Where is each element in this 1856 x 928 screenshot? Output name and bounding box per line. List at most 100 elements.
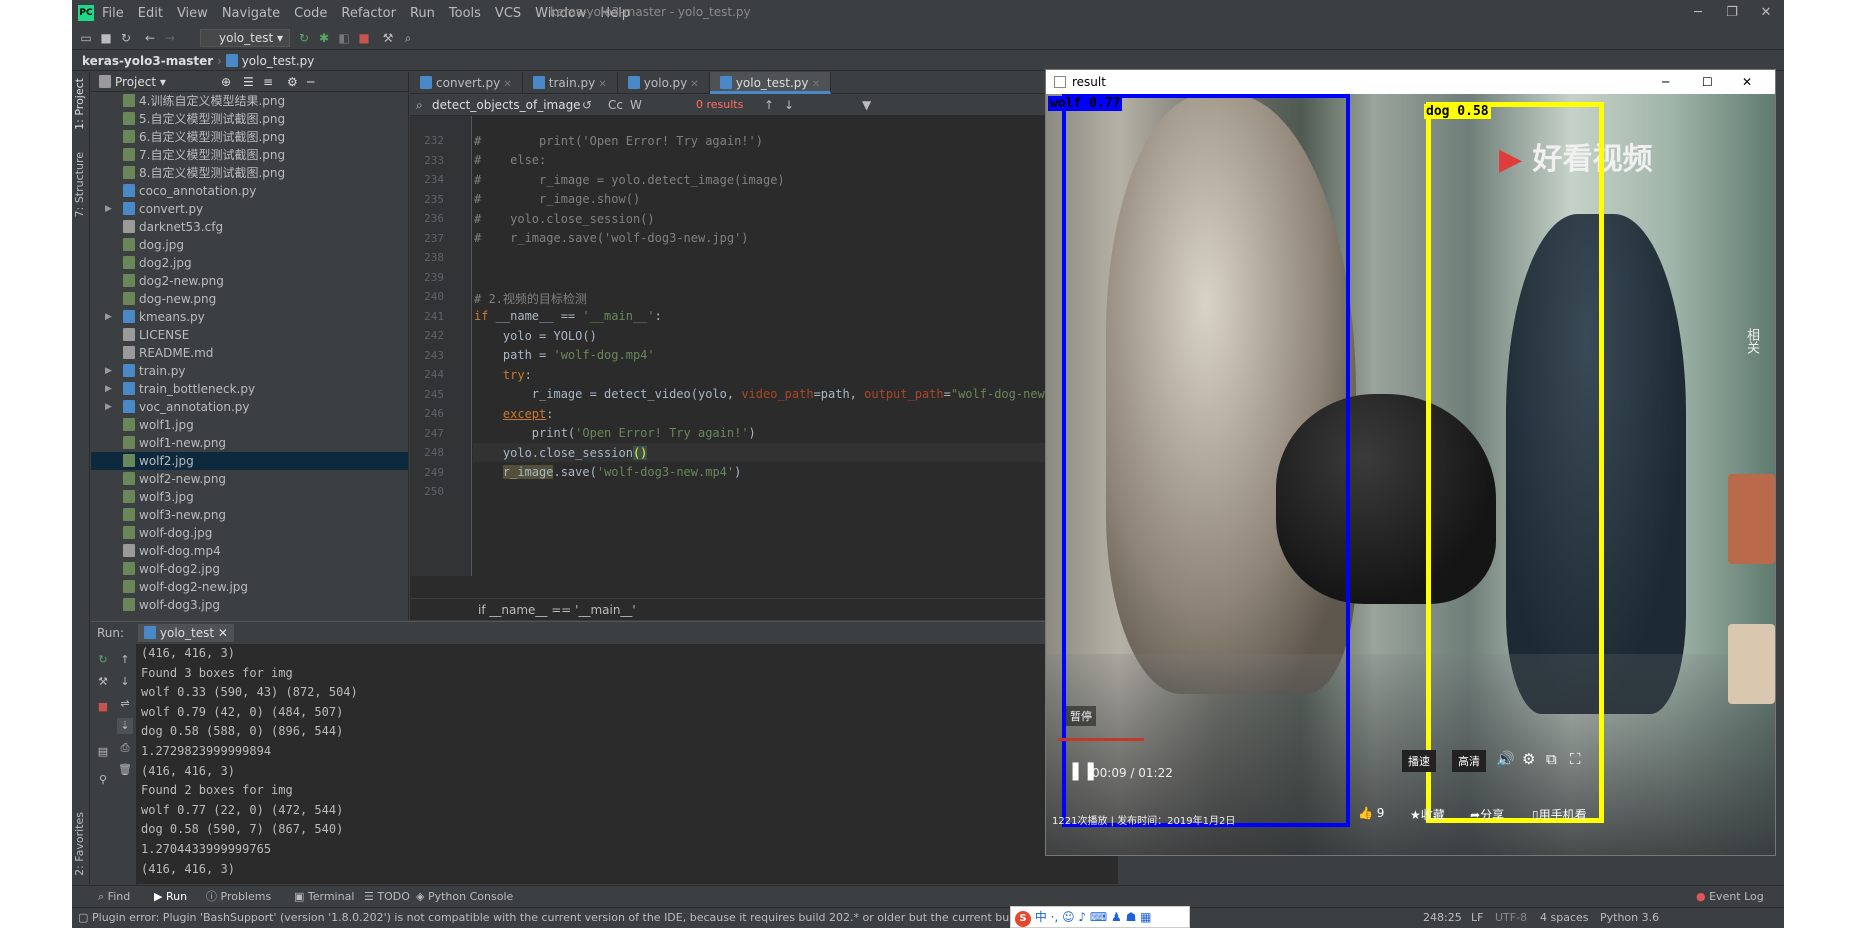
encoding[interactable]: UTF-8 — [1495, 908, 1527, 928]
settings-icon[interactable]: ⚙ — [1522, 750, 1535, 768]
rerun-icon[interactable]: ↻ — [296, 30, 312, 46]
tree-item[interactable]: wolf1-new.png — [91, 434, 408, 452]
tree-item[interactable]: ▶ voc_annotation.py — [91, 398, 408, 416]
tab-python-console[interactable]: ◈ Python Console — [416, 886, 513, 908]
wrench-icon[interactable]: ⚒ — [95, 674, 111, 690]
run-config-select[interactable]: yolo_test ▾ — [200, 29, 290, 47]
tab-yolo_test[interactable]: yolo_test.py ✕ — [709, 72, 832, 94]
menu-refactor[interactable]: Refactor — [341, 6, 396, 21]
tree-item[interactable]: dog2-new.png — [91, 272, 408, 290]
debug-icon[interactable]: ✱ — [316, 30, 332, 46]
tab-convert[interactable]: convert.py ✕ — [410, 72, 523, 94]
settings-icon[interactable]: ⚙ — [287, 72, 298, 92]
structure-tool-tab[interactable]: 7: Structure — [73, 152, 86, 217]
tree-item[interactable]: README.md — [91, 344, 408, 362]
pip-icon[interactable]: ⧉ — [1546, 750, 1557, 768]
status-icon[interactable]: ▢ — [78, 908, 88, 928]
hide-icon[interactable]: ─ — [307, 72, 314, 92]
collapse-all-icon[interactable]: ≡ — [263, 72, 273, 92]
tab-yolo[interactable]: yolo.py ✕ — [618, 72, 710, 94]
find-input[interactable]: detect_objects_of_image — [432, 94, 581, 116]
expand-arrow-icon[interactable]: ▶ — [105, 398, 112, 416]
forward-icon[interactable]: → — [162, 30, 178, 46]
pin-icon[interactable]: ⚲ — [95, 772, 111, 788]
tree-item[interactable]: wolf2.jpg — [91, 452, 408, 470]
expand-all-icon[interactable]: ☰ — [243, 72, 254, 92]
tab-close-icon[interactable]: ✕ — [809, 79, 820, 90]
clear-icon[interactable]: 🗑 — [117, 762, 133, 778]
layout-icon[interactable]: ▤ — [95, 744, 111, 760]
result-maximize-icon[interactable]: ☐ — [1702, 70, 1713, 94]
run-tab[interactable]: yolo_test ✕ — [137, 624, 234, 642]
tree-item[interactable]: darknet53.cfg — [91, 218, 408, 236]
collect-button[interactable]: ★收藏 — [1410, 806, 1445, 823]
locate-icon[interactable]: ⊕ — [221, 72, 231, 92]
tree-item[interactable]: wolf1.jpg — [91, 416, 408, 434]
tree-item[interactable]: LICENSE — [91, 326, 408, 344]
find-regex-icon[interactable]: ↺ — [582, 94, 592, 116]
menu-edit[interactable]: Edit — [138, 6, 163, 21]
coverage-icon[interactable]: ◧ — [336, 30, 352, 46]
tree-item[interactable]: 8.自定义模型测试截图.png — [91, 164, 408, 182]
expand-arrow-icon[interactable]: ▶ — [105, 308, 112, 326]
menu-code[interactable]: Code — [294, 6, 327, 21]
tab-terminal[interactable]: ▣ Terminal — [294, 886, 354, 908]
menu-run[interactable]: Run — [410, 6, 435, 21]
tree-item[interactable]: wolf-dog3.jpg — [91, 596, 408, 614]
expand-arrow-icon[interactable]: ▶ — [105, 200, 112, 218]
tree-item[interactable]: ▶ train.py — [91, 362, 408, 380]
expand-arrow-icon[interactable]: ▶ — [105, 362, 112, 380]
up-icon[interactable]: ↑ — [117, 652, 133, 668]
tree-item[interactable]: wolf-dog2-new.jpg — [91, 578, 408, 596]
save-icon[interactable]: ■ — [98, 30, 114, 46]
tab-close-icon[interactable]: ✕ — [500, 79, 511, 90]
tab-find[interactable]: ⌕ Find — [98, 886, 130, 908]
tree-item[interactable]: ▶ convert.py — [91, 200, 408, 218]
tree-item[interactable]: ▶ kmeans.py — [91, 308, 408, 326]
nav-file[interactable]: yolo_test.py — [242, 54, 315, 68]
rerun-icon[interactable]: ↻ — [95, 652, 111, 668]
tree-item[interactable]: dog.jpg — [91, 236, 408, 254]
tree-item[interactable]: coco_annotation.py — [91, 182, 408, 200]
ime-toolbar[interactable]: S 中 ·, ☺ ♪ ⌨ ♟ ☗ ▦ — [1010, 906, 1190, 928]
result-minimize-icon[interactable]: ─ — [1662, 70, 1669, 94]
sync-icon[interactable]: ↻ — [118, 30, 134, 46]
quality-button[interactable]: 高清 — [1452, 750, 1486, 772]
soft-wrap-icon[interactable]: ⇌ — [117, 696, 133, 712]
result-close-icon[interactable]: ✕ — [1742, 70, 1752, 94]
line-separator[interactable]: LF — [1471, 908, 1483, 928]
tree-item[interactable]: wolf-dog.jpg — [91, 524, 408, 542]
match-case-toggle[interactable]: Cc — [608, 94, 623, 116]
tab-close-icon[interactable]: ✕ — [595, 79, 606, 90]
close-icon[interactable]: ✕ — [1754, 3, 1778, 23]
wrench-icon[interactable]: ⚒ — [380, 30, 396, 46]
speed-button[interactable]: 播速 — [1402, 750, 1436, 772]
menu-vcs[interactable]: VCS — [495, 6, 521, 21]
menu-view[interactable]: View — [177, 6, 208, 21]
tree-item[interactable]: 7.自定义模型测试截图.png — [91, 146, 408, 164]
like-button[interactable]: 👍 9 — [1358, 806, 1384, 820]
volume-icon[interactable]: 🔊 — [1496, 750, 1515, 768]
words-toggle[interactable]: W — [630, 94, 642, 116]
favorites-tool-tab[interactable]: 2: Favorites — [73, 812, 86, 876]
tree-item[interactable]: wolf3.jpg — [91, 488, 408, 506]
restore-icon[interactable]: ❐ — [1720, 3, 1744, 23]
tree-item[interactable]: 4.训练自定义模型结果.png — [91, 92, 408, 110]
progress-bar[interactable] — [1058, 738, 1144, 741]
next-occurrence-icon[interactable]: ↓ — [784, 94, 794, 116]
menu-navigate[interactable]: Navigate — [222, 6, 280, 21]
nav-project[interactable]: keras-yolo3-master — [82, 54, 213, 68]
cursor-position[interactable]: 248:25 — [1423, 908, 1462, 928]
share-button[interactable]: ➦分享 — [1470, 806, 1504, 823]
interpreter[interactable]: Python 3.6 (tf36_keras_yolo3_env) — [1600, 908, 1784, 928]
expand-arrow-icon[interactable]: ▶ — [105, 380, 112, 398]
tab-train[interactable]: train.py ✕ — [523, 72, 618, 94]
tree-item[interactable]: wolf-dog.mp4 — [91, 542, 408, 560]
event-log[interactable]: ● Event Log — [1696, 886, 1764, 908]
project-tool-tab[interactable]: 1: Project — [73, 78, 86, 130]
fullscreen-icon[interactable]: ⛶ — [1570, 750, 1581, 768]
stop-icon[interactable]: ■ — [95, 699, 111, 715]
tab-problems[interactable]: ⓘ Problems — [206, 886, 271, 908]
menu-file[interactable]: File — [102, 6, 124, 21]
tree-item[interactable]: ▶ train_bottleneck.py — [91, 380, 408, 398]
